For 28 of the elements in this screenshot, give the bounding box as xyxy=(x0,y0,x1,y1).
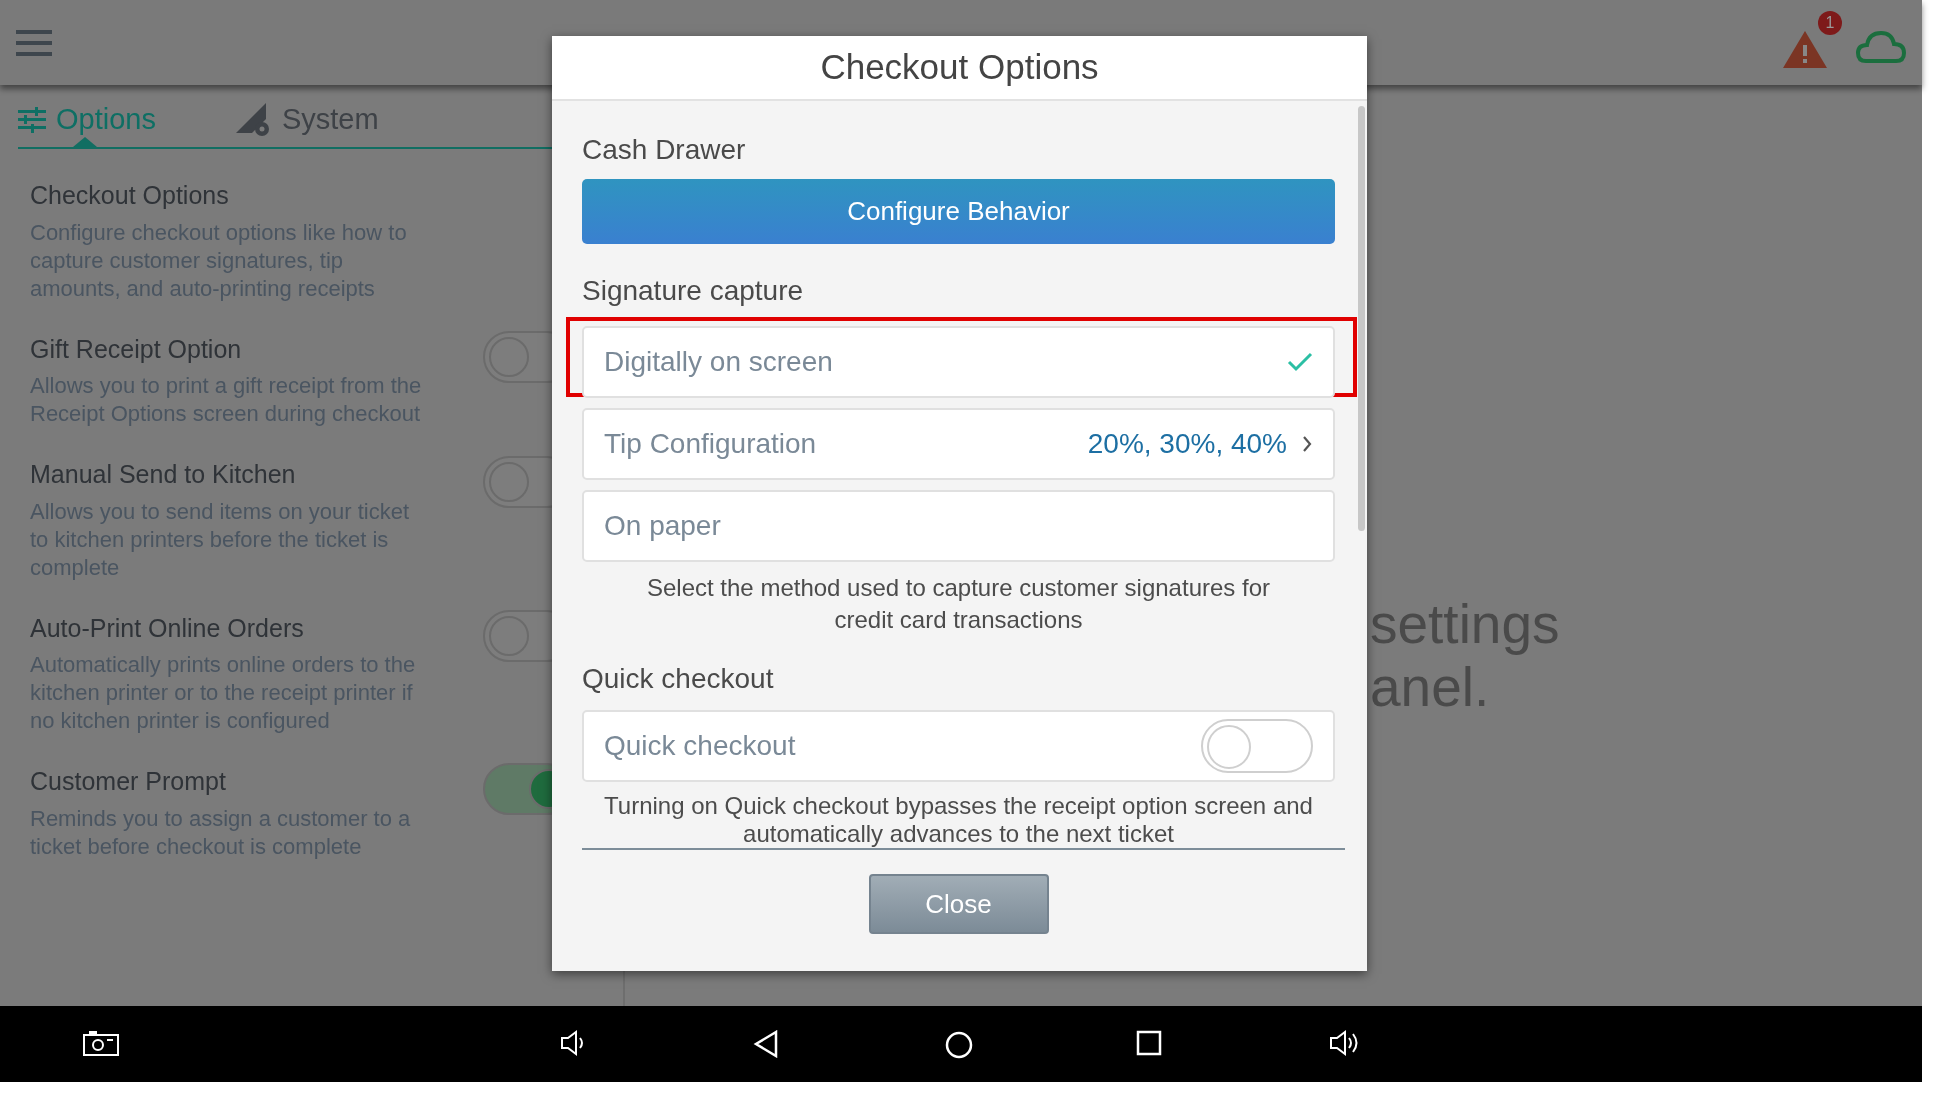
section-label: Signature capture xyxy=(582,274,805,308)
setting-title: Checkout Options xyxy=(30,180,230,211)
home-icon[interactable] xyxy=(944,1030,974,1060)
quick-checkout-label: Quick checkout xyxy=(604,729,796,763)
option-row[interactable]: Digitally on screen xyxy=(582,326,1335,398)
help-text: Turning on Quick checkout bypasses the receipt option screen and automatically advances to the next ticket xyxy=(603,792,1314,848)
recent-apps-icon[interactable] xyxy=(1136,1030,1162,1056)
signal-gear-icon xyxy=(235,103,272,137)
dialog-title: Checkout Options xyxy=(552,36,1367,101)
back-icon[interactable] xyxy=(753,1030,779,1058)
help-text: Select the method used to capture customer signatures for credit card transactions xyxy=(646,573,1271,635)
option-row[interactable]: On paper xyxy=(582,490,1335,562)
chevron-right-icon xyxy=(1301,435,1313,453)
section-label: Quick checkout xyxy=(582,662,775,696)
camera-icon[interactable] xyxy=(83,1030,119,1056)
setting-title: Gift Receipt Option xyxy=(30,333,243,365)
sliders-icon xyxy=(18,107,46,133)
option-row[interactable]: Tip Configuration 20%, 30%, 40% xyxy=(582,408,1335,480)
scrollbar[interactable] xyxy=(1358,106,1365,531)
setting-title: Auto-Print Online Orders xyxy=(30,612,305,644)
section-label: Cash Drawer xyxy=(582,133,747,167)
option-value: 20%, 30%, 40% xyxy=(1087,427,1287,461)
setting-title: Manual Send to Kitchen xyxy=(30,459,297,490)
setting-title: Customer Prompt xyxy=(30,766,227,797)
close-button[interactable]: Close xyxy=(868,874,1049,934)
tab[interactable]: System xyxy=(235,98,379,148)
configure-behavior-button[interactable]: Configure Behavior xyxy=(582,179,1335,244)
alert-count-badge: 1 xyxy=(1818,10,1842,35)
